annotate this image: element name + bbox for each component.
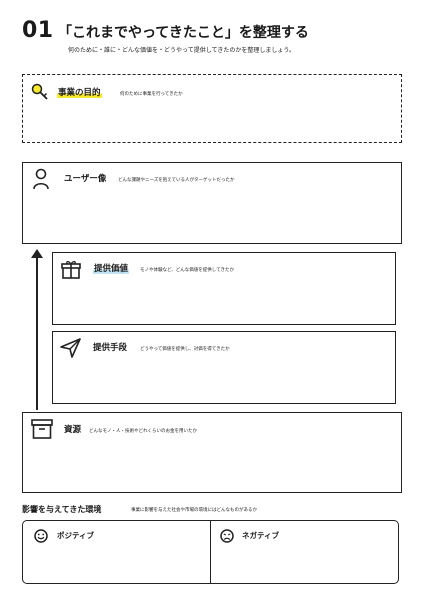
section-number: 01 <box>22 18 54 43</box>
person-icon <box>33 168 49 190</box>
flow-arrow-head <box>31 249 43 258</box>
method-desc: どうやって価値を提供し、対価を得てきたか <box>140 347 230 352</box>
environment-desc: 事業に影響を与えた社会や市場の環境にはどんなものがあるか <box>131 508 257 513</box>
method-title: 提供手段 <box>93 343 128 353</box>
sad-icon <box>220 529 234 543</box>
purpose-desc: 何のために事業を行ってきたか <box>120 92 183 97</box>
paper-plane-icon <box>60 338 81 358</box>
environment-divider <box>210 520 212 584</box>
resources-desc: どんなモノ・人・技術やどれくらいのお金を用いたか <box>89 429 197 434</box>
negative-label: ネガティブ <box>242 531 280 540</box>
user-desc: どんな課題やニーズを抱えている人がターゲットだったか <box>118 178 235 183</box>
smile-icon <box>34 529 48 543</box>
user-title: ユーザー像 <box>64 174 107 184</box>
key-icon <box>31 83 48 100</box>
purpose-title: 事業の目的 <box>57 88 102 98</box>
environment-title: 影響を与えてきた環境 <box>22 505 102 514</box>
page-title: 「これまでやってきたこと」を整理する <box>58 25 309 41</box>
positive-label: ポジティブ <box>57 531 95 540</box>
purpose-box[interactable] <box>22 74 402 143</box>
gift-icon <box>61 261 81 279</box>
flow-arrow-line <box>36 255 38 410</box>
archive-box-icon <box>31 419 53 439</box>
value-desc: モノや体験など、どんな価値を提供してきたか <box>140 268 235 273</box>
resources-title: 資源 <box>64 425 82 435</box>
page-subtitle: 何のために・誰に・どんな価値を・どうやって提供してきたのかを整理しましょう。 <box>68 47 295 54</box>
value-title: 提供価値 <box>93 264 130 274</box>
